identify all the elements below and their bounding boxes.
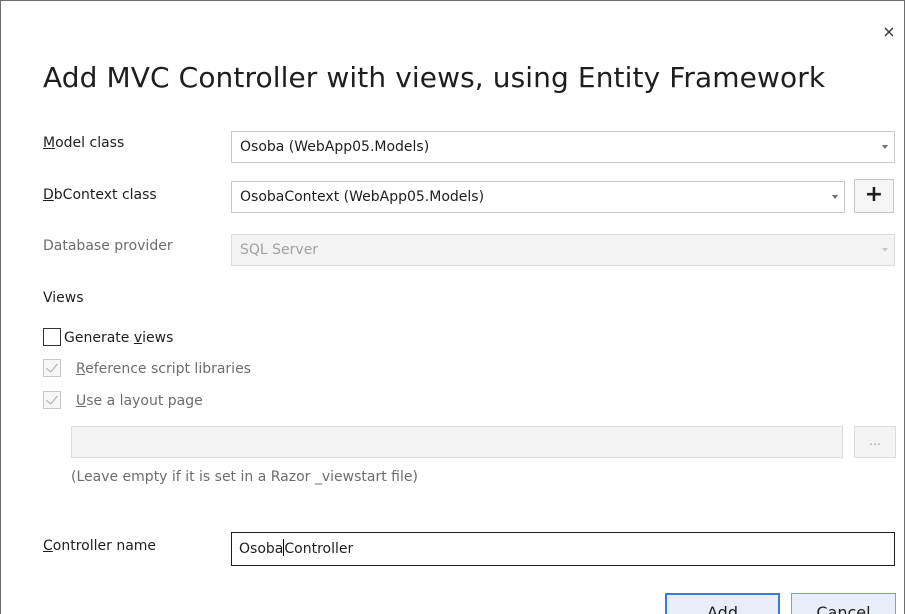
model-class-label: Model class	[43, 135, 125, 151]
database-provider-dropdown[interactable]: SQL Server	[231, 234, 895, 266]
model-class-dropdown[interactable]: Osoba (WebApp05.Models)	[231, 131, 895, 163]
browse-layout-button[interactable]: ...	[854, 426, 896, 458]
dialog-title: Add MVC Controller with views, using Ent…	[43, 61, 826, 94]
dbcontext-class-value: OsobaContext (WebApp05.Models)	[240, 189, 485, 205]
controller-name-label: Controller name	[43, 538, 157, 554]
plus-icon: +	[864, 182, 884, 207]
checkmark-icon	[46, 360, 58, 373]
add-button[interactable]: Add	[665, 593, 780, 614]
cancel-button[interactable]: Cancel	[791, 593, 896, 614]
layout-hint-text: (Leave empty if it is set in a Razor _vi…	[71, 469, 418, 485]
views-section-label: Views	[43, 290, 84, 306]
chevron-down-icon	[882, 248, 888, 252]
checkmark-icon	[46, 392, 58, 405]
chevron-down-icon	[832, 195, 838, 199]
chevron-down-icon	[882, 145, 888, 149]
reference-scripts-checkbox[interactable]	[43, 359, 61, 377]
reference-scripts-label: Reference script libraries	[76, 361, 251, 377]
add-controller-dialog: × Add MVC Controller with views, using E…	[0, 0, 905, 614]
database-provider-value: SQL Server	[240, 242, 319, 258]
dbcontext-class-label: DbContext class	[43, 187, 157, 203]
model-class-value: Osoba (WebApp05.Models)	[240, 139, 430, 155]
use-layout-checkbox[interactable]	[43, 391, 61, 409]
dbcontext-class-dropdown[interactable]: OsobaContext (WebApp05.Models)	[231, 181, 845, 213]
close-icon: ×	[882, 22, 896, 41]
database-provider-label: Database provider	[43, 238, 173, 254]
layout-page-input[interactable]	[71, 426, 843, 458]
close-button[interactable]: ×	[880, 21, 898, 43]
controller-name-input[interactable]: OsobaController	[231, 532, 895, 566]
use-layout-label: Use a layout page	[76, 393, 203, 409]
generate-views-checkbox[interactable]	[43, 328, 61, 346]
add-dbcontext-button[interactable]: +	[854, 179, 894, 213]
generate-views-label: Generate views	[64, 330, 174, 346]
